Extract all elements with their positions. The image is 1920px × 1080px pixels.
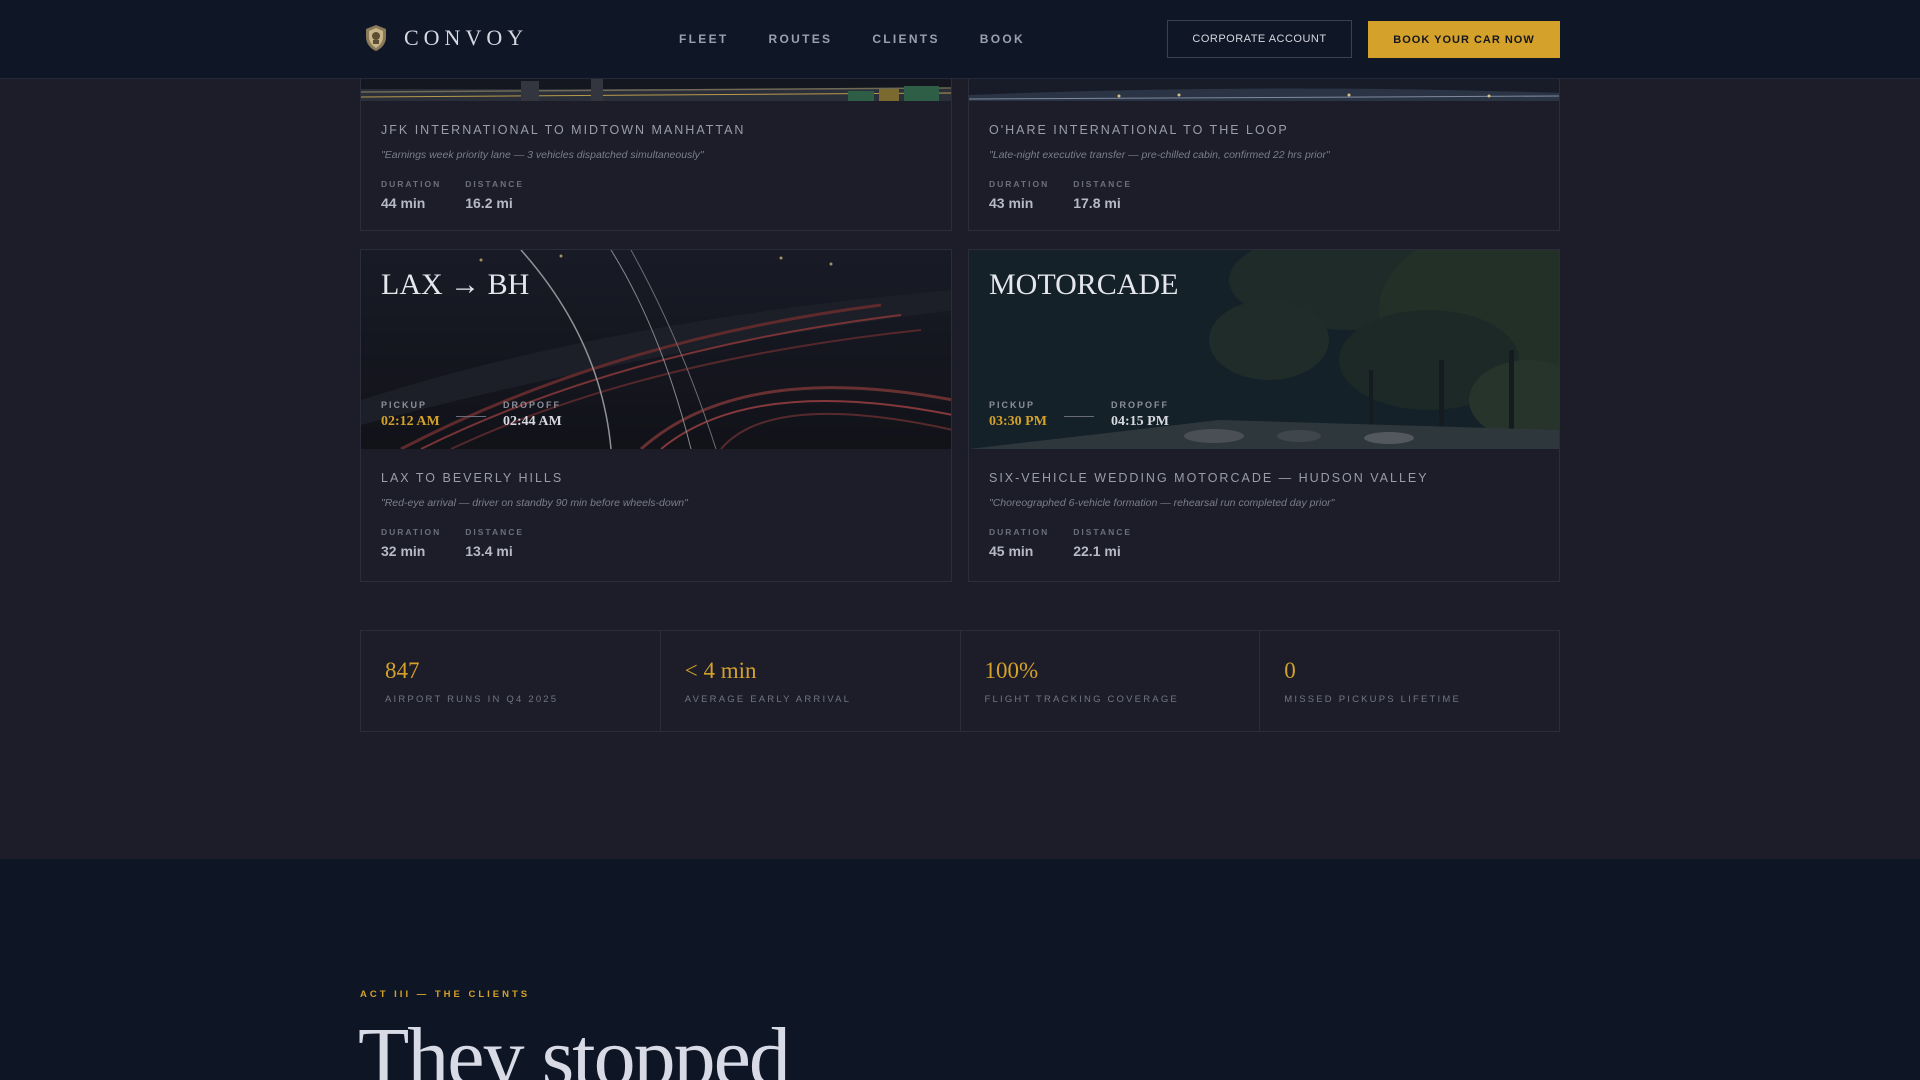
route-card-motorcade[interactable]: MOTORCADE PICKUP 03:30 PM DROPOFF 04:15 … (968, 249, 1560, 582)
card-image: LAX → BH PICKUP 02:12 AM DROPOFF 02:44 A… (361, 250, 951, 449)
route-name: O'HARE INTERNATIONAL TO THE LOOP (989, 123, 1289, 137)
metric-label: FLIGHT TRACKING COVERAGE (984, 694, 1179, 705)
pickup-time: 03:30 PM (989, 414, 1047, 429)
time-separator (456, 416, 486, 417)
route-stats: DURATION 43 min DISTANCE 17.8 mi (989, 179, 1539, 211)
pickup-label: PICKUP (381, 400, 428, 410)
distance-value: 17.8 mi (1073, 195, 1121, 211)
metric-value: 100% (984, 658, 1039, 683)
distance-label: DISTANCE (1073, 527, 1133, 537)
metric-value: 0 (1284, 658, 1296, 683)
distance-label: DISTANCE (465, 527, 525, 537)
route-quote: "Earnings week priority lane — 3 vehicle… (381, 149, 704, 161)
metrics-strip: 847 AIRPORT RUNS IN Q4 2025 < 4 min AVER… (360, 630, 1560, 732)
dropoff-time: 02:44 AM (503, 414, 562, 429)
dropoff-block: DROPOFF 04:15 PM (1111, 400, 1169, 430)
distance-label: DISTANCE (465, 179, 525, 189)
duration-value: 43 min (989, 195, 1034, 211)
brand-logo[interactable]: CONVOY (364, 24, 528, 52)
brand-name: CONVOY (404, 25, 529, 50)
metric-label: AIRPORT RUNS IN Q4 2025 (385, 694, 559, 705)
distance-stat: DISTANCE 17.8 mi (1073, 179, 1132, 211)
duration-label: DURATION (989, 179, 1050, 189)
nav-link-clients[interactable]: CLIENTS (872, 32, 939, 46)
card-body: LAX TO BEVERLY HILLS "Red-eye arrival — … (361, 471, 951, 559)
distance-value: 16.2 mi (465, 195, 513, 211)
section-headline: They stopped (358, 1011, 791, 1080)
metric-label: MISSED PICKUPS LIFETIME (1284, 694, 1462, 705)
dropoff-time: 04:15 PM (1111, 414, 1169, 429)
top-nav: CONVOY FLEET ROUTES CLIENTS BOOK CORPORA… (0, 0, 1920, 79)
metric-label: AVERAGE EARLY ARRIVAL (684, 694, 852, 705)
nav-link-fleet[interactable]: FLEET (679, 32, 729, 46)
metric-early-arrival: < 4 min AVERAGE EARLY ARRIVAL (661, 631, 961, 731)
time-separator (1064, 416, 1094, 417)
duration-stat: DURATION 45 min (989, 527, 1049, 559)
duration-value: 45 min (989, 543, 1034, 559)
route-stats: DURATION 45 min DISTANCE 22.1 mi (989, 527, 1539, 559)
metric-missed-pickups: 0 MISSED PICKUPS LIFETIME (1260, 631, 1559, 731)
duration-stat: DURATION 43 min (989, 179, 1049, 211)
route-stats: DURATION 32 min DISTANCE 13.4 mi (381, 527, 931, 559)
route-card-ohare[interactable]: O'HARE INTERNATIONAL TO THE LOOP "Late-n… (968, 60, 1560, 231)
duration-value: 44 min (381, 195, 426, 211)
card-image-title: MOTORCADE (989, 268, 1179, 301)
distance-stat: DISTANCE 22.1 mi (1073, 527, 1132, 559)
duration-stat: DURATION 32 min (381, 527, 441, 559)
distance-stat: DISTANCE 16.2 mi (465, 179, 524, 211)
card-image-title: LAX → BH (381, 268, 530, 301)
dropoff-block: DROPOFF 02:44 AM (503, 400, 562, 430)
route-stats: DURATION 44 min DISTANCE 16.2 mi (381, 179, 931, 211)
route-quote: "Late-night executive transfer — pre-chi… (989, 149, 1330, 161)
distance-label: DISTANCE (1073, 179, 1133, 189)
book-car-button[interactable]: BOOK YOUR CAR NOW (1368, 21, 1560, 58)
section-eyebrow: ACT III — THE CLIENTS (360, 989, 531, 1000)
route-name: LAX TO BEVERLY HILLS (381, 471, 564, 485)
distance-value: 13.4 mi (465, 543, 513, 559)
metric-flight-tracking: 100% FLIGHT TRACKING COVERAGE (961, 631, 1261, 731)
pickup-block: PICKUP 02:12 AM (381, 400, 440, 430)
dropoff-label: DROPOFF (503, 400, 561, 410)
pickup-time: 02:12 AM (381, 414, 440, 429)
card-body: SIX-VEHICLE WEDDING MOTORCADE — HUDSON V… (969, 471, 1559, 559)
metric-value: < 4 min (684, 658, 757, 683)
route-quote: "Red-eye arrival — driver on standby 90 … (381, 497, 688, 509)
card-body: O'HARE INTERNATIONAL TO THE LOOP "Late-n… (969, 123, 1559, 211)
clients-section: ACT III — THE CLIENTS They stopped (0, 859, 1920, 1080)
shield-logo-icon (366, 25, 386, 51)
duration-label: DURATION (381, 527, 442, 537)
duration-stat: DURATION 44 min (381, 179, 441, 211)
route-card-jfk[interactable]: JFK INTERNATIONAL TO MIDTOWN MANHATTAN "… (360, 60, 952, 231)
duration-value: 32 min (381, 543, 426, 559)
dropoff-label: DROPOFF (1111, 400, 1169, 410)
duration-label: DURATION (989, 527, 1050, 537)
pickup-block: PICKUP 03:30 PM (989, 400, 1047, 430)
route-name: JFK INTERNATIONAL TO MIDTOWN MANHATTAN (381, 123, 746, 137)
card-image: MOTORCADE PICKUP 03:30 PM DROPOFF 04:15 … (969, 250, 1559, 449)
nav-link-routes[interactable]: ROUTES (769, 32, 833, 46)
pickup-label: PICKUP (989, 400, 1036, 410)
corporate-account-button[interactable]: CORPORATE ACCOUNT (1167, 20, 1352, 58)
card-body: JFK INTERNATIONAL TO MIDTOWN MANHATTAN "… (361, 123, 951, 211)
nav-links: FLEET ROUTES CLIENTS BOOK (679, 32, 1065, 46)
distance-value: 22.1 mi (1073, 543, 1121, 559)
route-card-lax[interactable]: LAX → BH PICKUP 02:12 AM DROPOFF 02:44 A… (360, 249, 952, 582)
route-quote: "Choreographed 6-vehicle formation — reh… (989, 497, 1335, 509)
duration-label: DURATION (381, 179, 442, 189)
route-name: SIX-VEHICLE WEDDING MOTORCADE — HUDSON V… (989, 471, 1429, 485)
metric-airport-runs: 847 AIRPORT RUNS IN Q4 2025 (361, 631, 661, 731)
distance-stat: DISTANCE 13.4 mi (465, 527, 524, 559)
nav-link-book[interactable]: BOOK (980, 32, 1025, 46)
metric-value: 847 (385, 658, 420, 683)
